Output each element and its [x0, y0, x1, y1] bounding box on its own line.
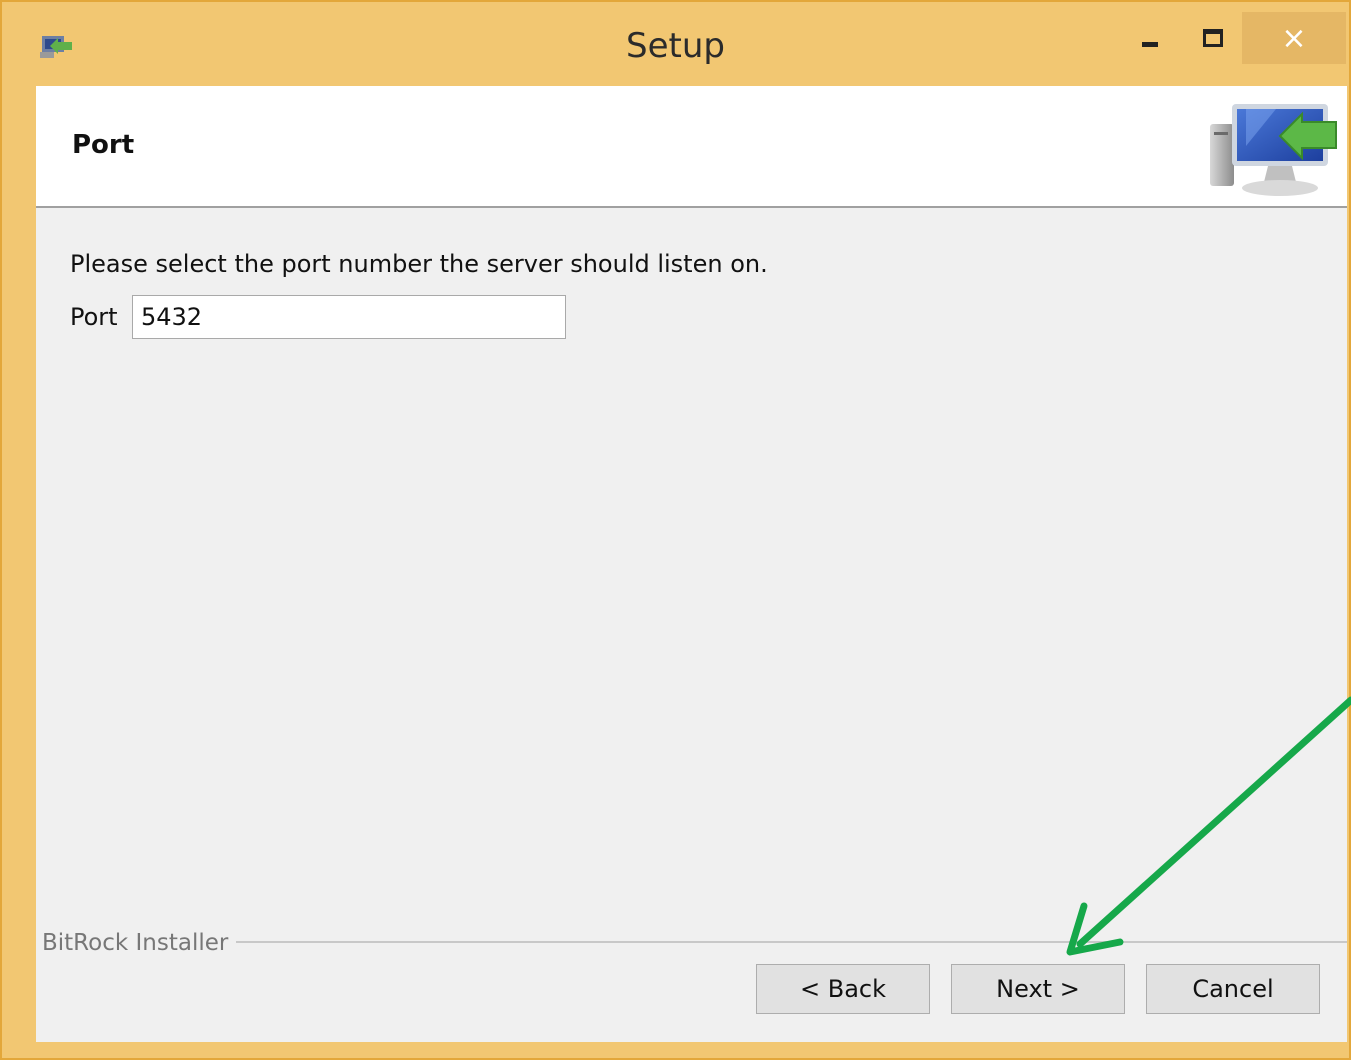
- minimize-button[interactable]: [1122, 12, 1178, 64]
- title-bar[interactable]: Setup ×: [2, 2, 1349, 86]
- back-button[interactable]: < Back: [756, 964, 930, 1014]
- page-title: Port: [72, 130, 135, 160]
- port-input[interactable]: [132, 295, 566, 339]
- setup-window: Setup × Port Please select the port numb…: [0, 0, 1351, 1060]
- maximize-button[interactable]: [1184, 12, 1240, 64]
- installer-computer-icon: [1210, 104, 1337, 196]
- next-button[interactable]: Next >: [951, 964, 1125, 1014]
- close-icon: ×: [1281, 21, 1307, 56]
- instruction-text: Please select the port number the server…: [70, 250, 768, 278]
- wizard-header: Port: [36, 86, 1347, 208]
- minimize-icon: [1142, 42, 1158, 47]
- maximize-icon: [1203, 29, 1223, 47]
- port-label: Port: [70, 303, 118, 331]
- vendor-label: BitRock Installer: [42, 930, 237, 956]
- close-button[interactable]: ×: [1242, 12, 1346, 64]
- cancel-button[interactable]: Cancel: [1146, 964, 1320, 1014]
- footer-divider: [42, 941, 1347, 943]
- wizard-client-area: Port Please select the port number the s…: [36, 86, 1347, 1042]
